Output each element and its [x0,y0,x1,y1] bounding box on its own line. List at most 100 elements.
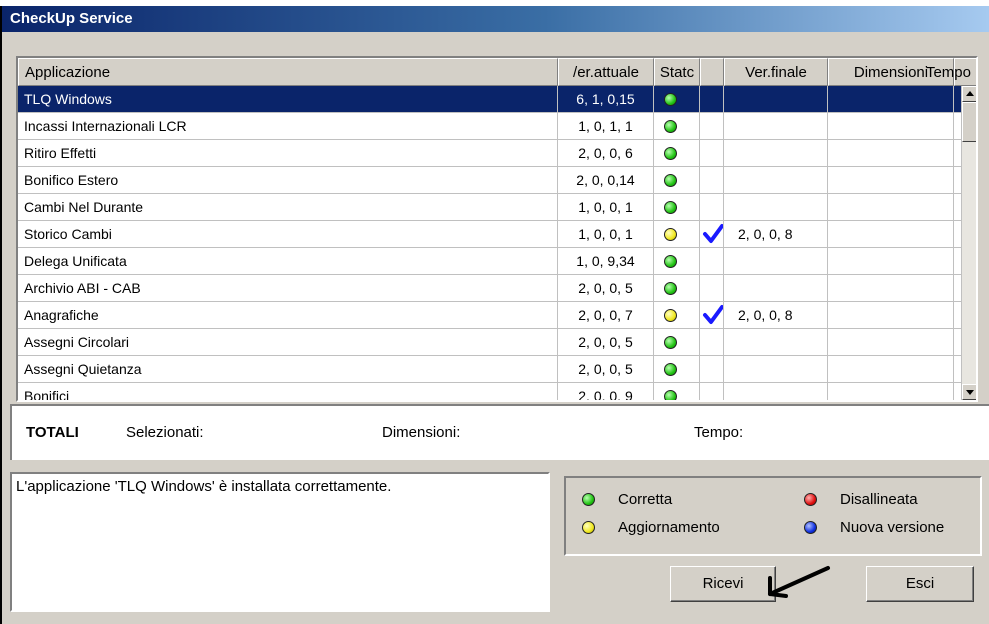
final-version-cell [724,275,828,302]
check-cell [700,302,724,329]
dimensions-cell [828,140,954,167]
table-row[interactable]: Assegni Circolari 2, 0, 0, 5 [18,329,962,356]
up-arrow-icon [966,91,974,96]
col-tempo[interactable]: Tempo [926,58,976,86]
dimensions-label: Dimensioni: [382,424,461,441]
green-dot-icon [664,390,677,400]
app-name-cell: Bonifico Estero [18,167,558,194]
app-name-cell: Delega Unificata [18,248,558,275]
green-dot-icon [664,282,677,295]
checkmark-icon [703,305,723,324]
yellow-dot-icon [582,521,595,534]
table-row[interactable]: Incassi Internazionali LCR 1, 0, 1, 1 [18,113,962,140]
scroll-thumb[interactable] [962,102,976,142]
final-version-cell [724,383,828,400]
selected-label: Selezionati: [126,424,204,441]
table-row[interactable]: Storico Cambi 1, 0, 0, 1 2, 0, 0, 8 [18,221,962,248]
scroll-up-button[interactable] [962,86,976,102]
window-title: CheckUp Service [2,6,989,32]
vertical-scrollbar[interactable] [962,86,976,400]
app-name-cell: Assegni Circolari [18,329,558,356]
current-version-cell: 1, 0, 0, 1 [558,194,654,221]
status-cell [654,167,700,194]
current-version-cell: 1, 0, 0, 1 [558,221,654,248]
legend-new-version-label: Nuova versione [840,519,945,536]
dimensions-cell [828,383,954,400]
final-version-cell [724,140,828,167]
table-row[interactable]: Ritiro Effetti 2, 0, 0, 6 [18,140,962,167]
green-dot-icon [664,201,677,214]
app-name-cell: Storico Cambi [18,221,558,248]
check-cell [700,248,724,275]
green-dot-icon [664,147,677,160]
time-cell [954,113,962,140]
time-cell [954,86,962,113]
green-dot-icon [664,363,677,376]
table-row[interactable]: Assegni Quietanza 2, 0, 0, 5 [18,356,962,383]
blue-dot-icon [804,521,817,534]
col-applicazione[interactable]: Applicazione [18,58,558,86]
col-check[interactable] [700,58,724,86]
check-cell [700,275,724,302]
check-cell [700,140,724,167]
app-window: CheckUp Service Applicazione /er.attuale… [0,6,989,624]
status-cell [654,383,700,400]
final-version-cell: 2, 0, 0, 8 [724,221,828,248]
time-cell [954,221,962,248]
check-cell [700,383,724,400]
green-dot-icon [664,336,677,349]
dimensions-cell [828,275,954,302]
totals-panel: TOTALI Selezionati: Dimensioni: Tempo: [10,404,989,460]
col-stato[interactable]: Statc [654,58,700,86]
check-cell [700,356,724,383]
dimensions-cell [828,302,954,329]
app-name-cell: Bonifici [18,383,558,400]
final-version-cell [724,86,828,113]
table-row[interactable]: Cambi Nel Durante 1, 0, 0, 1 [18,194,962,221]
current-version-cell: 6, 1, 0,15 [558,86,654,113]
final-version-cell [724,356,828,383]
dimensions-cell [828,113,954,140]
table-row[interactable]: Bonifici 2, 0, 0, 9 [18,383,962,400]
legend-update-label: Aggiornamento [618,519,720,536]
dimensions-cell [828,194,954,221]
time-cell [954,275,962,302]
dimensions-cell [828,221,954,248]
applications-grid[interactable]: Applicazione /er.attuale Statc Ver.final… [16,56,978,402]
current-version-cell: 2, 0, 0, 5 [558,356,654,383]
current-version-cell: 1, 0, 9,34 [558,248,654,275]
check-cell [700,113,724,140]
time-cell [954,329,962,356]
current-version-cell: 2, 0, 0, 5 [558,275,654,302]
app-name-cell: Archivio ABI - CAB [18,275,558,302]
app-name-cell: Ritiro Effetti [18,140,558,167]
green-dot-icon [582,493,595,506]
col-ver-attuale[interactable]: /er.attuale [558,58,654,86]
table-row[interactable]: Anagrafiche 2, 0, 0, 7 2, 0, 0, 8 [18,302,962,329]
annotation-arrow-icon [768,566,830,598]
yellow-dot-icon [664,309,677,322]
time-cell [954,167,962,194]
table-row[interactable]: TLQ Windows 6, 1, 0,15 [18,86,962,113]
table-row[interactable]: Bonifico Estero 2, 0, 0,14 [18,167,962,194]
final-version-cell: 2, 0, 0, 8 [724,302,828,329]
app-name-cell: Anagrafiche [18,302,558,329]
status-cell [654,221,700,248]
scroll-down-button[interactable] [962,384,976,400]
exit-button[interactable]: Esci [866,566,974,602]
col-ver-finale[interactable]: Ver.finale [724,58,828,86]
table-row[interactable]: Archivio ABI - CAB 2, 0, 0, 5 [18,275,962,302]
col-tempo-label: Tempo [925,64,971,81]
dimensions-cell [828,356,954,383]
status-cell [654,329,700,356]
red-dot-icon [804,493,817,506]
time-cell [954,302,962,329]
legend-correct-label: Corretta [618,491,673,508]
final-version-cell [724,167,828,194]
current-version-cell: 2, 0, 0, 6 [558,140,654,167]
current-version-cell: 1, 0, 1, 1 [558,113,654,140]
app-name-cell: Cambi Nel Durante [18,194,558,221]
final-version-cell [724,194,828,221]
dimensions-cell [828,86,954,113]
table-row[interactable]: Delega Unificata 1, 0, 9,34 [18,248,962,275]
